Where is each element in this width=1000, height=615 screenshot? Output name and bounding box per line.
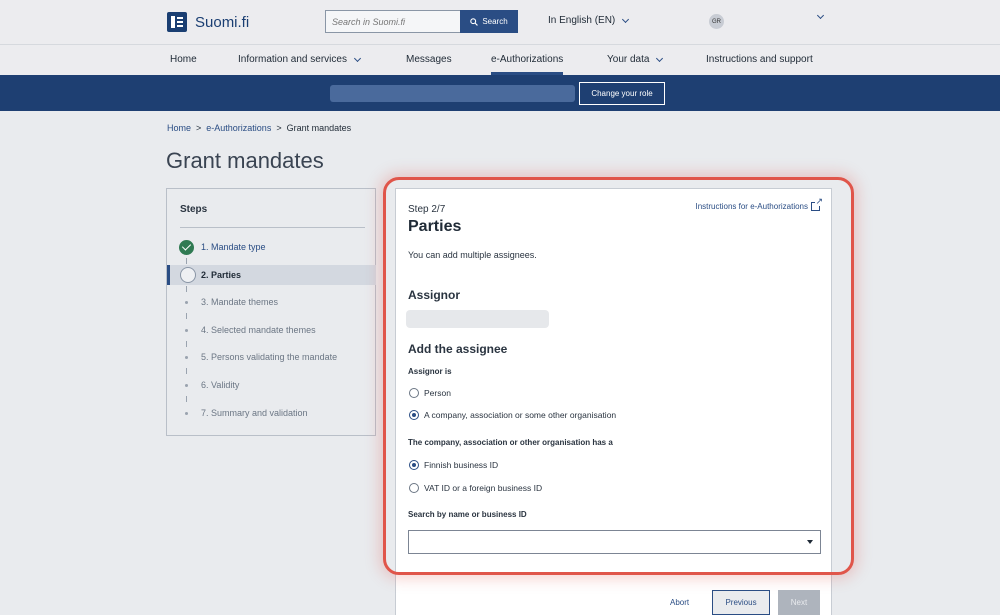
step-dot-icon [185,328,188,332]
instructions-link[interactable]: Instructions for e-Authorizations [696,197,823,211]
organisation-search-select[interactable] [408,530,821,554]
nav-home[interactable]: Home [170,54,197,65]
step-mandate-themes: 3. Mandate themes [167,292,376,312]
search-button-label: Search [482,17,508,26]
current-role-field [330,85,575,102]
radio-organisation[interactable]: A company, association or some other org… [409,410,616,420]
breadcrumb-home[interactable]: Home [167,123,191,133]
radio-vat-id[interactable]: VAT ID or a foreign business ID [409,483,542,493]
nav-your-data[interactable]: Your data [607,54,664,65]
change-role-button[interactable]: Change your role [579,82,665,105]
logo-text: Suomi.fi [195,13,250,31]
step-dot-icon [185,383,188,387]
site-search: Search [325,10,518,33]
breadcrumb-separator: > [276,123,282,133]
breadcrumb-separator: > [196,123,202,133]
step-connector [186,258,187,264]
radio-button[interactable] [409,460,419,470]
form-heading: Parties [408,218,462,235]
assignor-heading: Assignor [408,288,461,302]
nav-information-services[interactable]: Information and services [238,54,361,65]
suomi-logo[interactable]: Suomi.fi [167,12,249,32]
nav-instructions-support[interactable]: Instructions and support [706,54,813,65]
language-label: In English (EN) [548,15,616,26]
step-persons-validating: 5. Persons validating the mandate [167,347,376,367]
current-step-icon [180,267,196,283]
nav-messages[interactable]: Messages [406,54,452,65]
step-summary-validation: 7. Summary and validation [167,403,376,423]
step-connector [186,396,187,402]
radio-button[interactable] [409,388,419,398]
nav-e-authorizations[interactable]: e-Authorizations [491,54,564,75]
check-icon [179,239,194,255]
step-parties: 2. Parties [167,265,376,285]
step-connector [186,368,187,374]
step-mandate-type[interactable]: 1. Mandate type [167,237,376,257]
step-dot-icon [185,411,188,415]
language-selector[interactable]: In English (EN) [548,15,630,26]
suomi-logo-icon [167,12,187,32]
next-button[interactable]: Next [778,590,820,615]
main-nav: Home Information and services Messages e… [0,45,1000,75]
step-dot-icon [185,355,188,359]
radio-button[interactable] [409,483,419,493]
search-input[interactable] [325,10,460,33]
step-validity: 6. Validity [167,375,376,395]
breadcrumb-current: Grant mandates [286,123,352,133]
previous-button[interactable]: Previous [712,590,770,615]
page-title: Grant mandates [166,148,324,173]
breadcrumb-e-authorizations[interactable]: e-Authorizations [206,123,271,133]
form-intro: You can add multiple assignees. [408,250,537,260]
assignor-is-label: Assignor is [408,367,452,376]
abort-link[interactable]: Abort [670,598,689,607]
step-dot-icon [185,300,188,304]
search-icon [470,17,479,26]
radio-button[interactable] [409,410,419,420]
parties-form: Step 2/7 Instructions for e-Authorizatio… [395,188,832,615]
steps-title: Steps [180,204,208,215]
step-indicator: Step 2/7 [408,204,446,215]
dropdown-caret-icon [807,540,813,544]
search-button[interactable]: Search [460,10,518,33]
user-menu-chevron-icon[interactable] [816,11,825,20]
radio-person[interactable]: Person [409,388,451,398]
external-link-icon [811,197,823,211]
step-connector [186,313,187,319]
top-header: Suomi.fi Search In English (EN) GR [0,0,1000,45]
user-avatar[interactable]: GR [709,14,724,29]
chevron-down-icon [353,54,361,62]
divider [180,227,365,228]
breadcrumb: Home > e-Authorizations > Grant mandates [167,123,351,133]
search-label: Search by name or business ID [408,510,527,519]
role-bar: Change your role [0,75,1000,111]
chevron-down-icon [656,54,664,62]
step-selected-mandate-themes: 4. Selected mandate themes [167,320,376,340]
org-id-label: The company, association or other organi… [408,438,613,447]
radio-finnish-business-id[interactable]: Finnish business ID [409,460,498,470]
chevron-down-icon [622,15,630,23]
assignor-value [406,310,549,328]
steps-panel: Steps 1. Mandate type 2. Parties 3. Mand… [166,188,376,436]
assignee-heading: Add the assignee [408,342,508,356]
